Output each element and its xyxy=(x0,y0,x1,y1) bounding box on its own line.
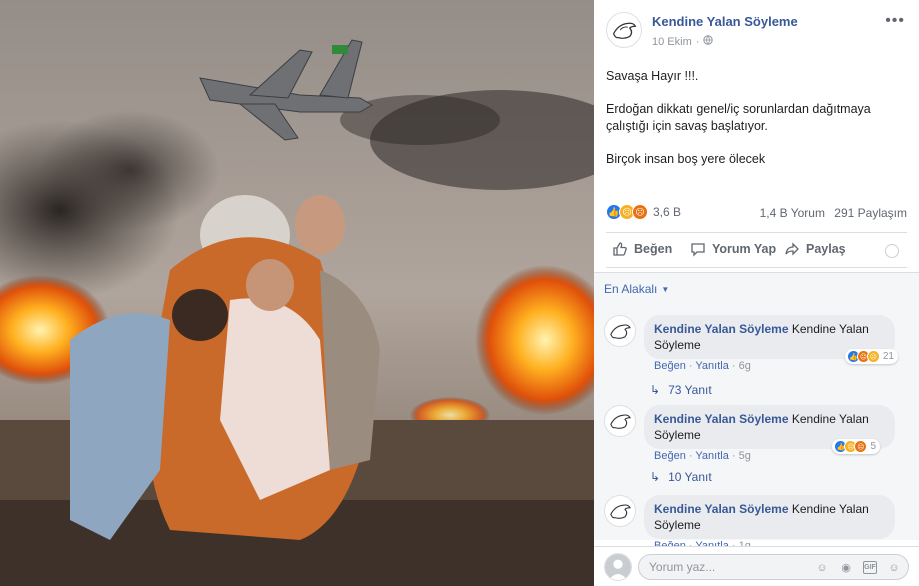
emoji-icon[interactable]: ☺ xyxy=(815,561,829,574)
audience-selector[interactable] xyxy=(885,244,899,258)
sort-label: En Alakalı xyxy=(604,282,658,296)
comment-composer: ☺ ◉ GIF ☺ xyxy=(594,546,919,586)
comment-author-link[interactable]: Kendine Yalan Söyleme xyxy=(654,412,789,426)
like-button-label: Beğen xyxy=(634,242,673,256)
comment-share-counts: 1,4 B Yorum 291 Paylaşım xyxy=(760,206,907,220)
post-meta: 10 Ekim · xyxy=(652,35,714,48)
angry-icon: ☹ xyxy=(632,204,648,220)
commenter-avatar[interactable] xyxy=(604,495,636,527)
globe-icon xyxy=(703,35,714,48)
camera-icon[interactable]: ◉ xyxy=(839,561,853,574)
caret-down-icon: ▼ xyxy=(661,284,670,294)
post-photo[interactable] xyxy=(0,0,594,586)
page-name-link[interactable]: Kendine Yalan Söyleme xyxy=(652,14,798,29)
post-date-link[interactable]: 10 Ekim xyxy=(652,36,692,48)
comment-time[interactable]: 5g xyxy=(739,450,751,462)
dove-icon xyxy=(610,504,631,519)
post-paragraph: Savaşa Hayır !!!. xyxy=(606,69,699,83)
comment-reply-link[interactable]: Yanıtla xyxy=(695,360,728,372)
comment-actions: Beğen · Yanıtla · 6g xyxy=(654,360,751,372)
dove-icon xyxy=(610,324,631,339)
comment-icon xyxy=(691,243,705,257)
comment-author-link[interactable]: Kendine Yalan Söyleme xyxy=(654,502,789,516)
sticker-icon[interactable]: ☺ xyxy=(887,561,901,574)
reaction-count: 3,6 B xyxy=(653,205,682,219)
share-button-label: Paylaş xyxy=(806,242,846,256)
meta-separator: · xyxy=(695,35,700,48)
commenter-avatar[interactable] xyxy=(604,405,636,437)
comment-reaction-count: 21 xyxy=(882,351,894,362)
post-actions-bar: Beğen Yorum Yap Paylaş xyxy=(606,232,907,268)
share-count-link[interactable]: 291 Paylaşım xyxy=(834,206,907,220)
comment-time[interactable]: 6g xyxy=(739,360,751,372)
comment-reactions[interactable]: 👍 ☹ ☹ 21 xyxy=(844,349,898,364)
share-button[interactable]: Paylaş xyxy=(784,241,846,257)
comment-bubble: Kendine Yalan Söyleme Kendine Yalan Söyl… xyxy=(644,495,895,539)
reply-arrow-icon: ↳ xyxy=(650,470,661,484)
comment-like-link[interactable]: Beğen xyxy=(654,360,686,372)
comment-item: Kendine Yalan Söyleme Kendine Yalan Söyl… xyxy=(604,315,904,390)
like-button[interactable]: Beğen xyxy=(612,241,672,257)
view-replies-link[interactable]: ↳ 73 Yanıt xyxy=(650,383,712,397)
comment-item: Kendine Yalan Söyleme Kendine Yalan Söyl… xyxy=(604,405,904,480)
page-avatar[interactable] xyxy=(606,12,642,48)
comment-sort-dropdown[interactable]: En Alakalı ▼ xyxy=(604,282,669,296)
post-text: Savaşa Hayır !!!. Erdoğan dikkatı genel/… xyxy=(606,68,906,184)
reply-arrow-icon: ↳ xyxy=(650,383,661,397)
post-paragraph: Birçok insan boş yere ölecek xyxy=(606,152,766,166)
post-paragraph: Erdoğan dikkatı genel/iç sorunlardan dağ… xyxy=(606,102,871,133)
comment-reaction-count: 5 xyxy=(870,441,876,452)
sad-icon: ☹ xyxy=(866,350,880,363)
comment-actions: Beğen · Yanıtla · 5g xyxy=(654,450,751,462)
angry-icon: ☹ xyxy=(854,440,868,453)
comment-item: Kendine Yalan Söyleme Kendine Yalan Söyl… xyxy=(604,495,904,552)
dove-icon xyxy=(610,414,631,429)
comment-reactions[interactable]: 👍 ☹ ☹ 5 xyxy=(832,439,880,454)
comment-button-label: Yorum Yap xyxy=(712,242,777,256)
share-icon xyxy=(785,242,799,256)
commenter-avatar[interactable] xyxy=(604,315,636,347)
comment-button[interactable]: Yorum Yap xyxy=(690,241,776,257)
more-options-button[interactable]: ••• xyxy=(885,13,905,29)
comment-count-link[interactable]: 1,4 B Yorum xyxy=(760,206,825,220)
gif-icon[interactable]: GIF xyxy=(863,561,877,574)
post-header: Kendine Yalan Söyleme 10 Ekim · ••• xyxy=(594,0,919,60)
replies-count: 10 Yanıt xyxy=(668,470,712,484)
user-avatar xyxy=(604,553,632,581)
war-scene-image xyxy=(0,0,594,586)
comment-author-link[interactable]: Kendine Yalan Söyleme xyxy=(654,322,789,336)
comments-section: En Alakalı ▼ Kendine Yalan Söyleme Kendi… xyxy=(594,272,919,552)
post-stats: 👍 ☹ ☹ 3,6 B 1,4 B Yorum 291 Paylaşım xyxy=(606,204,907,224)
user-silhouette-icon xyxy=(605,554,631,580)
composer-icons: ☺ ◉ GIF ☺ xyxy=(815,561,901,574)
reactions-summary[interactable]: 👍 ☹ ☹ 3,6 B xyxy=(606,204,681,220)
dove-icon xyxy=(612,22,637,39)
post-panel: Kendine Yalan Söyleme 10 Ekim · ••• Sava… xyxy=(594,0,919,586)
comment-like-link[interactable]: Beğen xyxy=(654,450,686,462)
comment-reply-link[interactable]: Yanıtla xyxy=(695,450,728,462)
thumbs-up-icon xyxy=(613,242,627,256)
view-replies-link[interactable]: ↳ 10 Yanıt xyxy=(650,470,712,484)
replies-count: 73 Yanıt xyxy=(668,383,712,397)
